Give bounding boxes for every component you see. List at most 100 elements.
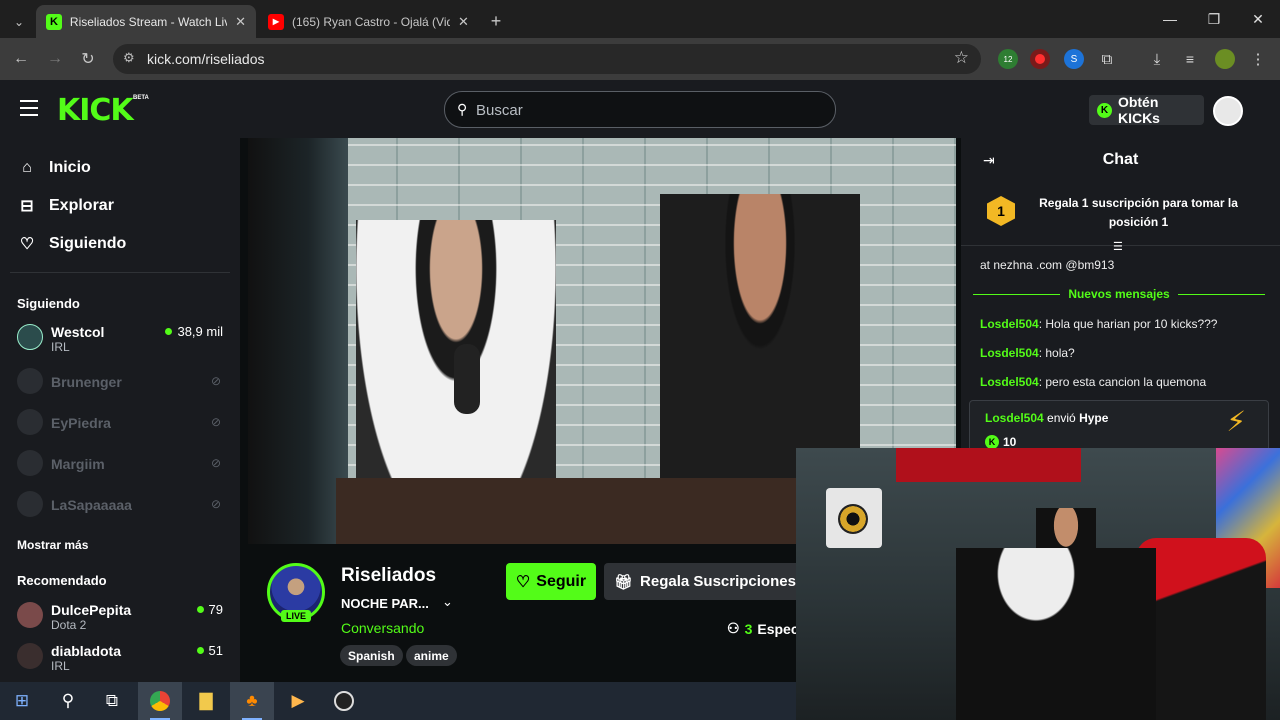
new-messages-label: Nuevos mensajes — [1068, 287, 1170, 301]
minimize-icon[interactable]: — — [1148, 0, 1192, 38]
home-icon: ⌂ — [22, 159, 32, 176]
search-placeholder: Buscar — [476, 102, 523, 119]
kick-header: KICK BETA ⚲ Buscar K Obtén KICKs — [0, 80, 1280, 138]
chat-username[interactable]: Losdel504 — [985, 411, 1044, 425]
close-icon[interactable]: ✕ — [235, 14, 246, 30]
extension-icon[interactable]: 12 — [998, 49, 1018, 69]
get-kicks-button[interactable]: K Obtén KICKs — [1089, 94, 1204, 126]
close-icon[interactable]: ✕ — [458, 14, 469, 30]
recommended-section-title: Recomendado — [17, 573, 107, 588]
kick-logo[interactable]: KICK — [57, 93, 134, 128]
restore-icon[interactable]: ❐ — [1192, 0, 1236, 38]
bookmark-star-icon[interactable]: ☆ — [954, 48, 969, 68]
tab-youtube[interactable]: ▶ (165) Ryan Castro - Ojalá (Video ✕ — [258, 5, 480, 38]
forward-icon[interactable]: → — [42, 46, 68, 72]
sidebar-item-explore[interactable]: ⊟ Explorar — [18, 196, 114, 216]
drag-handle-icon[interactable]: ☰ — [1113, 240, 1123, 253]
record-icon[interactable] — [1030, 49, 1050, 69]
viewer-count-label: Espec — [757, 620, 799, 637]
hype-amount: K 10 — [985, 435, 1016, 448]
browse-icon: ⊟ — [20, 198, 34, 215]
picture-in-picture-camera[interactable] — [796, 448, 1280, 720]
streamer-name[interactable]: Riseliados — [341, 565, 436, 587]
profile-avatar-icon[interactable] — [1215, 49, 1235, 69]
live-dot-icon — [196, 606, 204, 613]
channel-category: Dota 2 — [51, 618, 87, 632]
new-messages-divider[interactable]: Nuevos mensajes — [973, 286, 1266, 302]
channel-name: EyPiedra — [51, 415, 111, 431]
channel-item-westcol[interactable]: Westcol IRL 38,9 mil — [17, 322, 227, 354]
chat-username[interactable]: Losdel504 — [980, 317, 1039, 331]
chevron-down-icon[interactable]: ⌄ — [442, 594, 453, 610]
address-bar[interactable]: ⚙ kick.com/riseliados ☆ — [113, 44, 981, 74]
chat-username[interactable]: Losdel504 — [980, 346, 1039, 360]
gift-subscriptions-button[interactable]: 🎁︎ Regala Suscripciones — [604, 563, 804, 600]
follow-button[interactable]: ♡ Seguir — [506, 563, 596, 600]
heart-icon: ♡ — [19, 236, 35, 253]
channel-item-lasapaaaaa[interactable]: LaSapaaaaa ⊘ — [17, 489, 227, 521]
beta-label: BETA — [133, 95, 149, 101]
viewer-count-value: 51 — [208, 643, 223, 658]
channel-name: LaSapaaaaa — [51, 497, 132, 513]
download-icon[interactable]: ⤓ — [1147, 49, 1167, 69]
close-window-icon[interactable]: ✕ — [1236, 0, 1280, 38]
channel-item-margiim[interactable]: Margiim ⊘ — [17, 448, 227, 480]
fl-studio-icon[interactable]: ♣ — [230, 682, 274, 720]
reload-icon[interactable]: ↻ — [75, 46, 101, 72]
media-player-icon[interactable]: ▶ — [276, 682, 320, 720]
user-avatar[interactable] — [1213, 96, 1243, 126]
pinned-gift-banner[interactable]: 1 Regala 1 suscripción para tomar la pos… — [961, 182, 1280, 253]
sidebar-item-following[interactable]: ♡ Siguiendo — [18, 234, 127, 254]
new-tab-button[interactable]: + — [482, 5, 510, 38]
extension-badge: 12 — [1003, 54, 1013, 64]
puzzle-extensions-icon[interactable]: ⧉ — [1097, 49, 1117, 69]
media-control-icon[interactable]: ≡ — [1180, 49, 1200, 69]
task-view-icon[interactable]: ⧉ — [90, 682, 134, 720]
back-icon[interactable]: ← — [8, 46, 34, 72]
channel-name: diabladota — [51, 643, 122, 659]
hype-item: Hype — [1079, 411, 1109, 425]
chat-username[interactable]: Losdel504 — [980, 375, 1039, 389]
viewer-count-value: 3 — [744, 620, 753, 637]
camera-person-front — [956, 548, 1156, 720]
site-info-icon[interactable]: ⚙ — [123, 50, 135, 66]
file-explorer-icon[interactable]: ▇ — [184, 682, 228, 720]
channel-name: DulcePepita — [51, 602, 132, 618]
channel-item-eypiedra[interactable]: EyPiedra ⊘ — [17, 407, 227, 439]
search-input[interactable]: ⚲ Buscar — [444, 91, 836, 128]
show-more-link[interactable]: Mostrar más — [17, 538, 88, 552]
shazam-icon[interactable]: S — [1064, 49, 1084, 69]
get-kicks-label: Obtén KICKs — [1117, 94, 1160, 126]
stream-category[interactable]: Conversando — [341, 620, 424, 636]
youtube-favicon-icon: ▶ — [268, 13, 284, 30]
avatar — [17, 368, 43, 394]
search-icon[interactable]: ⚲ — [46, 682, 90, 720]
channel-name: Brunenger — [51, 374, 122, 390]
tag-anime[interactable]: anime — [406, 645, 457, 666]
channel-item-brunenger[interactable]: Brunenger ⊘ — [17, 366, 227, 398]
hype-text: Losdel504 envió Hype — [985, 411, 1108, 425]
tab-search-button[interactable]: ⌄ — [6, 5, 32, 38]
hype-amount-value: 10 — [1003, 435, 1017, 448]
tag-spanish[interactable]: Spanish — [340, 645, 403, 666]
lightning-icon: ⚡︎ — [1226, 406, 1246, 437]
users-icon: ⚇ — [727, 620, 740, 636]
search-icon: ⚲ — [457, 101, 468, 117]
follow-label: Seguir — [536, 572, 587, 590]
hamburger-menu-icon[interactable] — [20, 100, 38, 116]
channel-item-diabladota[interactable]: diabladota IRL 51 — [17, 641, 227, 673]
menu-kebab-icon[interactable]: ⋮ — [1248, 49, 1268, 69]
url-text: kick.com/riseliados — [147, 51, 265, 67]
tab-riseliados[interactable]: K Riseliados Stream - Watch Live ✕ — [36, 5, 256, 38]
channel-item-dulcepepita[interactable]: DulcePepita Dota 2 79 — [17, 600, 227, 632]
tab-title: (165) Ryan Castro - Ojalá (Video — [292, 14, 450, 29]
pinned-text: Regala 1 suscripción para tomar la posic… — [1039, 196, 1238, 229]
avatar — [17, 409, 43, 435]
chrome-icon[interactable] — [138, 682, 182, 720]
windows-start-icon[interactable]: ⊞ — [0, 682, 44, 720]
chat-title: Chat — [1102, 151, 1139, 168]
obs-icon[interactable] — [322, 682, 366, 720]
sidebar-item-home[interactable]: ⌂ Inicio — [18, 159, 91, 177]
hype-event-card: Losdel504 envió Hype K 10 ⚡︎ — [969, 400, 1269, 448]
stream-info: LIVE Riseliados NOCHE PAR... ⌄ Conversan… — [240, 544, 804, 682]
